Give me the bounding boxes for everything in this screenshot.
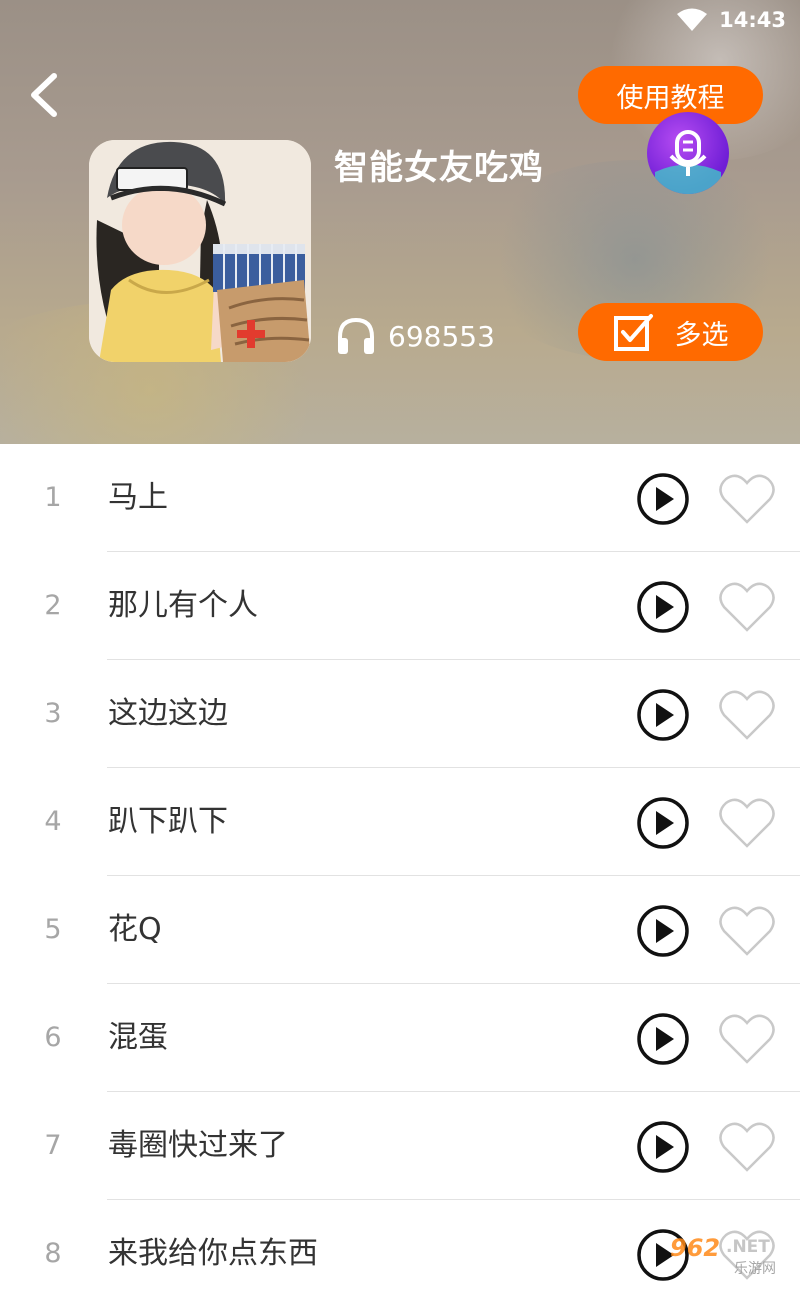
track-name: 那儿有个人: [108, 588, 258, 623]
track-row[interactable]: 1 马上: [0, 444, 800, 552]
album-cover: [89, 140, 311, 362]
track-index: 6: [44, 1022, 62, 1053]
checkbox-icon: [613, 314, 653, 351]
track-name: 马上: [108, 480, 168, 515]
track-index: 5: [44, 914, 62, 945]
track-name: 混蛋: [108, 1020, 168, 1055]
play-icon[interactable]: [636, 1120, 690, 1174]
play-icon[interactable]: [636, 472, 690, 526]
track-name: 趴下趴下: [108, 804, 228, 839]
track-list: 1 马上 2 那儿有个人 3 这边这边 4 趴下趴下 5 花Q 6 混蛋 7 毒…: [0, 444, 800, 1308]
track-index: 1: [44, 482, 62, 513]
play-icon[interactable]: [636, 580, 690, 634]
track-index: 4: [44, 806, 62, 837]
play-icon[interactable]: [636, 796, 690, 850]
play-icon[interactable]: [636, 1012, 690, 1066]
track-row[interactable]: 3 这边这边: [0, 660, 800, 768]
play-count-value: 698553: [388, 319, 495, 353]
track-row[interactable]: 6 混蛋: [0, 984, 800, 1092]
play-icon[interactable]: [636, 904, 690, 958]
track-name: 毒圈快过来了: [108, 1128, 288, 1163]
album-header: 14:43 智能女友吃鸡 使用教程 698553 多选: [0, 0, 800, 444]
svg-text:.NET: .NET: [726, 1237, 770, 1257]
mic-icon[interactable]: [647, 112, 729, 194]
heart-icon[interactable]: [718, 1012, 776, 1066]
heart-icon[interactable]: [718, 796, 776, 850]
play-icon[interactable]: [636, 688, 690, 742]
headphones-icon: [338, 317, 374, 354]
back-arrow-icon[interactable]: [22, 70, 66, 120]
play-count: 698553: [336, 317, 495, 355]
track-name: 这边这边: [108, 696, 228, 731]
track-index: 8: [44, 1238, 62, 1269]
svg-text:962: 962: [670, 1234, 720, 1262]
track-index: 3: [44, 698, 62, 729]
track-row[interactable]: 7 毒圈快过来了: [0, 1092, 800, 1200]
svg-text:乐游网: 乐游网: [734, 1261, 776, 1277]
multi-select-button[interactable]: 多选: [578, 303, 763, 361]
track-name: 来我给你点东西: [108, 1236, 318, 1271]
heart-icon[interactable]: [718, 1120, 776, 1174]
track-index: 2: [44, 590, 62, 621]
heart-icon[interactable]: [718, 472, 776, 526]
track-name: 花Q: [108, 912, 162, 947]
heart-icon[interactable]: [718, 904, 776, 958]
heart-icon[interactable]: [718, 688, 776, 742]
track-row[interactable]: 4 趴下趴下: [0, 768, 800, 876]
multi-select-label: 多选: [674, 319, 729, 351]
status-time: 14:43: [719, 8, 786, 32]
cover-illustration: [89, 140, 311, 362]
wifi-icon: [677, 8, 708, 31]
track-index: 7: [44, 1130, 62, 1161]
watermark-logo: 962 .NET 乐游网: [670, 1234, 776, 1277]
status-bar: 14:43: [677, 0, 800, 40]
heart-icon[interactable]: [718, 580, 776, 634]
album-title: 智能女友吃鸡: [334, 148, 544, 188]
track-row[interactable]: 5 花Q: [0, 876, 800, 984]
track-row[interactable]: 2 那儿有个人: [0, 552, 800, 660]
